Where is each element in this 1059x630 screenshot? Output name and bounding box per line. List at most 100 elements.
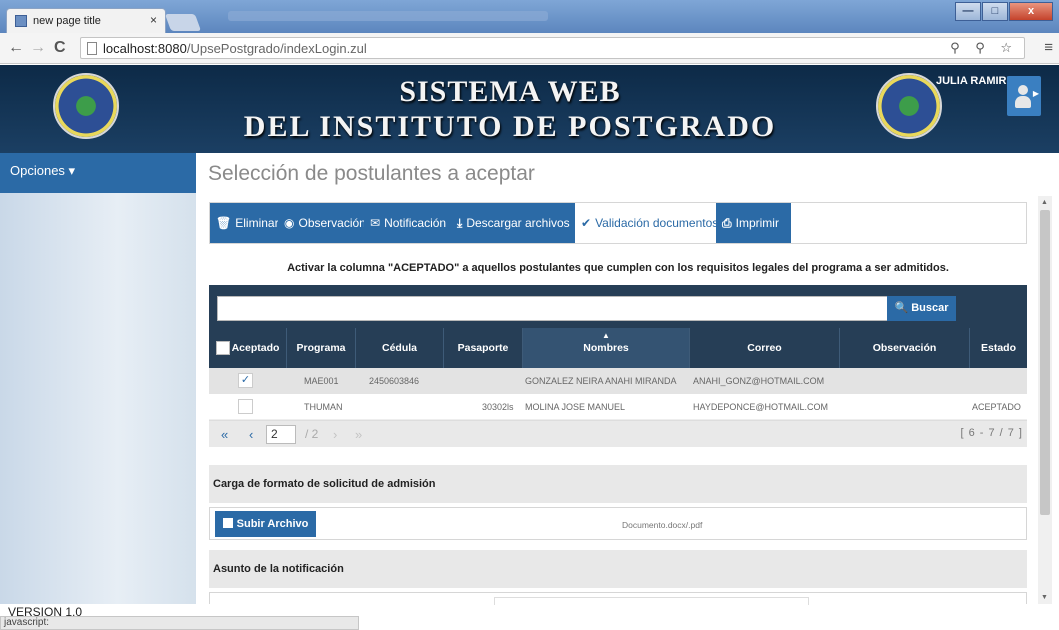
- column-aceptado[interactable]: Aceptado: [209, 328, 287, 368]
- maximize-button[interactable]: □: [982, 2, 1008, 21]
- new-tab-button[interactable]: [164, 14, 202, 31]
- search-input[interactable]: [217, 296, 892, 321]
- column-observacion[interactable]: Observación: [840, 328, 970, 368]
- cell-programa: THUMAN: [304, 402, 343, 412]
- page-range: [ 6 - 7 / 7 ]: [960, 427, 1023, 439]
- upload-file-label: Subir Archivo: [236, 518, 309, 530]
- url-path: /UpsePostgrado/indexLogin.zul: [186, 41, 367, 56]
- delete-button[interactable]: 🗑 Eliminar: [210, 203, 279, 243]
- cell-correo: ANAHI_GONZ@HOTMAIL.COM: [693, 376, 825, 386]
- table-header: Aceptado Programa Cédula Pasaporte ▲ Nom…: [209, 328, 1027, 368]
- column-nombres-label: Nombres: [583, 342, 629, 354]
- search-icon: 🔍: [894, 302, 909, 314]
- cell-estado: ACEPTADO: [972, 402, 1021, 412]
- instruction-text: Activar la columna "ACEPTADO" a aquellos…: [287, 262, 949, 274]
- next-page-icon[interactable]: ›: [333, 427, 337, 442]
- page-number-input[interactable]: 2: [266, 425, 296, 444]
- browser-tab[interactable]: new page title ×: [6, 8, 166, 33]
- close-window-button[interactable]: x: [1009, 2, 1053, 21]
- notification-subject-panel: [209, 592, 1027, 605]
- envelope-icon: ✉: [370, 216, 381, 230]
- minimize-button[interactable]: —: [955, 2, 981, 21]
- address-bar-icons[interactable]: ⚲ ⚲ ☆: [950, 40, 1018, 56]
- browser-status-bar: javascript:: [0, 616, 359, 630]
- check-icon: ✔: [581, 216, 592, 230]
- search-button-label: Buscar: [911, 302, 949, 314]
- table-row[interactable]: ✓ MAE001 2450603846 GONZALEZ NEIRA ANAHI…: [209, 368, 1027, 394]
- first-page-icon[interactable]: «: [221, 427, 228, 442]
- column-pasaporte[interactable]: Pasaporte: [444, 328, 523, 368]
- applicants-grid: 🔍 Buscar Aceptado Programa Cédula Pasapo…: [209, 285, 1027, 447]
- page-icon: [87, 42, 97, 55]
- observation-button[interactable]: ◉ Observación: [278, 203, 366, 243]
- select-all-checkbox[interactable]: [215, 341, 230, 356]
- action-toolbar: 🗑 Eliminar ◉ Observación ✉ Notificación ⤓ De…: [209, 202, 1027, 244]
- column-estado[interactable]: Estado: [970, 328, 1027, 368]
- url-host: localhost:8080: [103, 41, 187, 56]
- last-page-icon[interactable]: »: [355, 427, 362, 442]
- tab-title: new page title: [33, 15, 101, 27]
- column-programa[interactable]: Programa: [287, 328, 356, 368]
- trash-icon: 🗑: [216, 216, 232, 230]
- app-title-line1: SISTEMA WEB: [399, 75, 621, 108]
- browser-menu-icon[interactable]: ≡: [1044, 39, 1053, 56]
- notification-subject-header: Asunto de la notificación: [209, 550, 1027, 588]
- download-files-button[interactable]: ⤓ Descargar archivos: [451, 203, 575, 243]
- accepted-checkbox[interactable]: [238, 399, 253, 414]
- page-title: Selección de postulantes a aceptar: [208, 162, 535, 185]
- options-menu[interactable]: Opciones ▾: [0, 153, 196, 193]
- url-text: localhost:8080/UpsePostgrado/indexLogin.…: [103, 41, 367, 56]
- cell-pasaporte: 30302ls: [482, 402, 514, 412]
- observation-label: Observación: [298, 216, 366, 230]
- column-correo[interactable]: Correo: [690, 328, 840, 368]
- eye-icon: ◉: [284, 216, 295, 230]
- file-format-hint: Documento.docx/.pdf: [622, 520, 703, 530]
- user-avatar-body: [1015, 96, 1031, 108]
- download-icon: ⤓: [457, 216, 463, 230]
- tab-close-icon[interactable]: ×: [150, 13, 157, 27]
- reload-icon[interactable]: C: [54, 39, 66, 57]
- scroll-down-icon[interactable]: ▼: [1041, 594, 1048, 601]
- user-avatar-icon: [1018, 85, 1028, 95]
- column-cedula[interactable]: Cédula: [356, 328, 444, 368]
- window-controls: — □ x: [955, 2, 1053, 22]
- print-label: Imprimir: [735, 216, 779, 230]
- search-button[interactable]: 🔍 Buscar: [887, 296, 956, 321]
- back-arrow-icon[interactable]: ←: [8, 39, 24, 57]
- upload-panel: Subir Archivo Documento.docx/.pdf: [209, 507, 1027, 540]
- download-files-label: Descargar archivos: [466, 216, 570, 230]
- browser-toolbar: ← → C localhost:8080/UpsePostgrado/index…: [0, 33, 1059, 64]
- file-icon: [222, 518, 233, 528]
- validate-documents-button[interactable]: ✔ Validación documentos: [575, 203, 718, 243]
- subject-input[interactable]: [494, 597, 809, 605]
- scroll-up-icon[interactable]: ▲: [1041, 199, 1048, 206]
- cell-cedula: 2450603846: [369, 376, 420, 386]
- forward-arrow-icon[interactable]: →: [30, 39, 46, 57]
- user-menu-button[interactable]: ▶: [1007, 76, 1041, 116]
- page-total: / 2: [305, 427, 319, 441]
- delete-label: Eliminar: [235, 216, 279, 230]
- cell-programa: MAE001: [304, 376, 339, 386]
- column-nombres[interactable]: ▲ Nombres: [523, 328, 690, 368]
- upload-file-button[interactable]: Subir Archivo: [215, 511, 316, 537]
- postgrado-logo: [876, 73, 942, 139]
- prev-page-icon[interactable]: ‹: [249, 427, 253, 442]
- notification-button[interactable]: ✉ Notificación: [364, 203, 451, 243]
- table-row[interactable]: THUMAN 30302ls MOLINA JOSE MANUEL HAYDEP…: [209, 394, 1027, 420]
- sort-ascending-icon: ▲: [602, 331, 610, 340]
- page-favicon-icon: [15, 15, 27, 27]
- print-button[interactable]: ⎙ Imprimir: [716, 203, 791, 243]
- accepted-checkbox-checked[interactable]: ✓: [238, 373, 253, 388]
- window-title-blurred: [228, 11, 548, 21]
- cell-nombres: MOLINA JOSE MANUEL: [525, 402, 626, 412]
- page-scrollbar[interactable]: ▲ ▼: [1038, 196, 1052, 604]
- app-title-line2: DEL INSTITUTO DE POSTGRADO: [243, 110, 777, 143]
- scrollbar-thumb[interactable]: [1040, 210, 1050, 515]
- app-title: SISTEMA WEB DEL INSTITUTO DE POSTGRADO: [230, 75, 790, 145]
- cell-nombres: GONZALEZ NEIRA ANAHI MIRANDA: [525, 376, 677, 386]
- cell-correo: HAYDEPONCE@HOTMAIL.COM: [693, 402, 828, 412]
- grid-search-bar: 🔍 Buscar: [209, 285, 1027, 328]
- address-bar[interactable]: localhost:8080/UpsePostgrado/indexLogin.…: [80, 37, 1025, 59]
- upse-logo: [53, 73, 119, 139]
- browser-titlebar: new page title × — □ x: [0, 0, 1059, 33]
